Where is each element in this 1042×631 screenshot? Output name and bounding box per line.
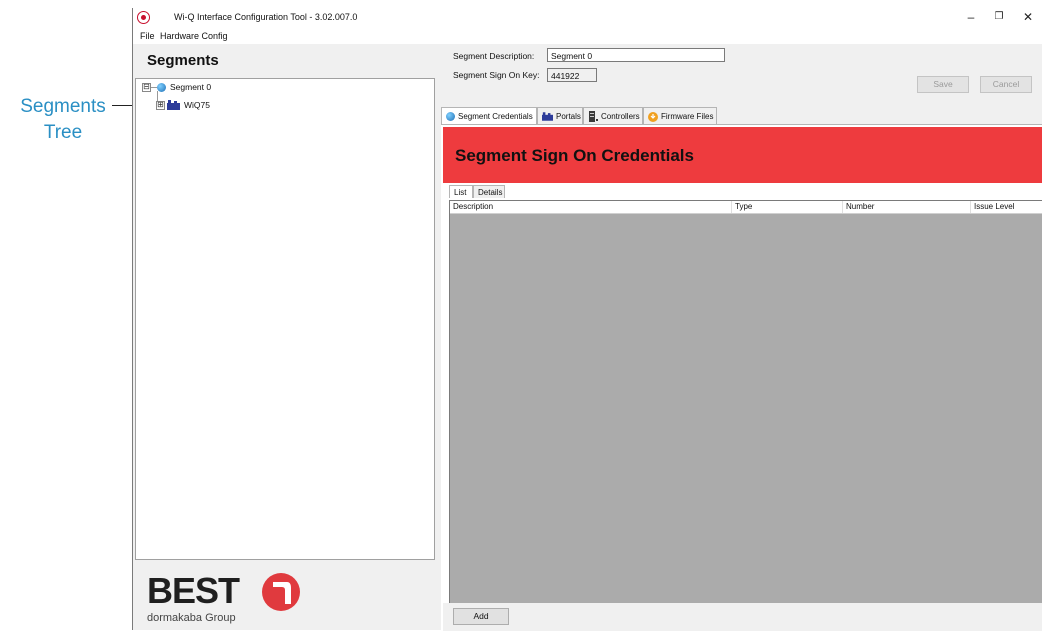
restore-button[interactable]: ❐	[984, 8, 1014, 28]
firmware-icon	[648, 111, 658, 122]
segment-key-label: Segment Sign On Key:	[453, 70, 540, 80]
left-panel: Segments ⊟ Segment 0 ⊞ WiQ75 BEST dormak…	[133, 44, 439, 630]
column-issue-level[interactable]: Issue Level	[971, 201, 1042, 213]
segment-description-label: Segment Description:	[453, 51, 535, 61]
tab-label: Firmware Files	[661, 112, 714, 121]
callout-text: Segments Tree	[16, 94, 110, 146]
tab-label: Portals	[556, 112, 581, 121]
tree-node-label: WiQ75	[184, 100, 210, 110]
grid-header: Description Type Number Issue Level	[450, 201, 1042, 214]
tab-controllers[interactable]: Controllers	[583, 107, 643, 124]
globe-icon	[446, 112, 455, 122]
factory-icon	[542, 112, 553, 122]
tab-segment-credentials[interactable]: Segment Credentials	[441, 107, 537, 125]
banner-title: Segment Sign On Credentials	[455, 146, 694, 165]
callout-line2: Tree	[43, 122, 83, 143]
subtab-details[interactable]: Details	[473, 185, 505, 198]
collapse-icon[interactable]: ⊟	[142, 83, 151, 92]
segments-title: Segments	[147, 52, 219, 69]
menu-hardware-config[interactable]: Hardware Config	[160, 31, 228, 41]
callout-line1: Segments	[20, 96, 106, 117]
add-button[interactable]: Add	[453, 608, 509, 625]
globe-icon	[157, 83, 166, 92]
app-logo-icon	[137, 11, 150, 24]
tab-label: Segment Credentials	[458, 112, 533, 121]
menu-file[interactable]: File	[140, 31, 155, 41]
minimize-button[interactable]: –	[956, 8, 986, 28]
close-button[interactable]: ✕	[1013, 8, 1042, 28]
tree-node-label: Segment 0	[170, 82, 212, 92]
tree-node-segment-0[interactable]: ⊟ Segment 0	[140, 80, 340, 94]
callout-pointer-line	[112, 105, 134, 106]
logo-emblem-icon	[262, 573, 300, 611]
expand-icon[interactable]: ⊞	[156, 101, 165, 110]
column-number[interactable]: Number	[843, 201, 971, 213]
credentials-grid[interactable]: Description Type Number Issue Level	[449, 200, 1042, 604]
column-description[interactable]: Description	[450, 201, 732, 213]
segments-tree[interactable]: ⊟ Segment 0 ⊞ WiQ75	[135, 78, 435, 560]
title-bar: Wi-Q Interface Configuration Tool - 3.02…	[133, 8, 1042, 28]
logo-brand: BEST	[147, 570, 240, 611]
subtab-list[interactable]: List	[449, 185, 473, 198]
credentials-banner: Segment Sign On Credentials	[443, 127, 1042, 183]
tab-portals[interactable]: Portals	[537, 107, 583, 124]
right-panel: Segment Description: Segment 0 Segment S…	[439, 44, 1042, 631]
tab-content: Segment Sign On Credentials List Details…	[441, 124, 1042, 631]
tree-node-wiq75[interactable]: ⊞ WiQ75	[140, 98, 340, 112]
controller-icon	[589, 111, 598, 123]
window-title: Wi-Q Interface Configuration Tool - 3.02…	[174, 12, 358, 22]
save-button[interactable]: Save	[917, 76, 969, 93]
grid-footer: Add	[443, 603, 1042, 631]
app-window: Wi-Q Interface Configuration Tool - 3.02…	[132, 8, 1042, 631]
menu-bar: File Hardware Config	[133, 28, 1042, 44]
cancel-button[interactable]: Cancel	[980, 76, 1032, 93]
tab-firmware-files[interactable]: Firmware Files	[643, 107, 717, 124]
column-type[interactable]: Type	[732, 201, 843, 213]
segment-key-field[interactable]: 441922	[547, 68, 597, 82]
segment-description-input[interactable]: Segment 0	[547, 48, 725, 62]
factory-icon	[167, 100, 180, 110]
tab-label: Controllers	[601, 112, 640, 121]
company-logo: BEST dormakaba Group	[147, 570, 347, 626]
callout-annotation: Segments Tree	[0, 94, 112, 154]
logo-tagline: dormakaba Group	[147, 612, 236, 624]
